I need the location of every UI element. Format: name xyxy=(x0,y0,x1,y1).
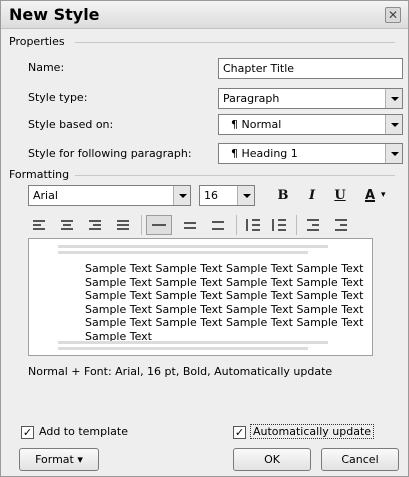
add-to-template-checkbox[interactable]: ✓ xyxy=(21,426,34,439)
chevron-down-icon: ▾ xyxy=(77,453,83,466)
name-field[interactable]: Chapter Title xyxy=(218,58,403,79)
align-center-icon[interactable] xyxy=(56,215,78,235)
ok-button[interactable]: OK xyxy=(233,448,311,471)
one-and-half-spacing-icon[interactable] xyxy=(179,215,201,235)
font-value: Arial xyxy=(33,189,58,202)
next-paragraph-preview xyxy=(58,341,328,344)
format-button-label: Format xyxy=(35,453,74,466)
chevron-down-icon: ▾ xyxy=(381,190,386,200)
properties-divider xyxy=(75,42,395,43)
new-style-dialog: New Style ✕ Properties Name: Chapter Tit… xyxy=(0,0,409,477)
font-size-dropdown[interactable]: 16 xyxy=(199,185,255,206)
auto-update-checkbox[interactable]: ✓ xyxy=(233,426,246,439)
style-type-value: Paragraph xyxy=(223,92,280,105)
increase-indent-icon[interactable] xyxy=(329,215,351,235)
close-icon[interactable]: ✕ xyxy=(385,7,401,23)
font-dropdown[interactable]: Arial xyxy=(28,185,191,206)
sample-text: Sample Text Sample Text Sample Text Samp… xyxy=(85,262,364,343)
space-after-icon[interactable] xyxy=(267,215,289,235)
formatting-divider xyxy=(75,175,395,176)
chevron-down-icon[interactable] xyxy=(173,186,190,205)
based-on-dropdown[interactable]: ¶ Normal xyxy=(218,114,403,135)
previous-paragraph-preview xyxy=(58,251,308,254)
name-label: Name: xyxy=(28,61,65,74)
font-size-value: 16 xyxy=(204,189,218,202)
justify-icon[interactable] xyxy=(112,215,134,235)
italic-button[interactable]: I xyxy=(301,186,323,206)
format-button[interactable]: Format ▾ xyxy=(19,448,99,471)
align-right-icon[interactable] xyxy=(84,215,106,235)
chevron-down-icon[interactable] xyxy=(385,115,402,134)
toolbar-separator xyxy=(296,215,297,235)
following-paragraph-label: Style for following paragraph: xyxy=(28,147,192,160)
decrease-indent-icon[interactable] xyxy=(301,215,323,235)
toolbar-separator xyxy=(141,215,142,235)
based-on-label: Style based on: xyxy=(28,118,114,131)
double-spacing-icon[interactable] xyxy=(207,215,229,235)
based-on-value: ¶ Normal xyxy=(231,118,282,131)
style-preview: Sample Text Sample Text Sample Text Samp… xyxy=(28,238,373,356)
font-color-icon: A xyxy=(364,188,376,203)
auto-update-label: Automatically update xyxy=(250,424,375,439)
chevron-down-icon[interactable] xyxy=(237,186,254,205)
properties-group-label: Properties xyxy=(9,35,65,48)
chevron-down-icon[interactable] xyxy=(385,144,402,163)
align-left-icon[interactable] xyxy=(28,215,50,235)
space-before-icon[interactable] xyxy=(241,215,263,235)
title-bar: New Style ✕ xyxy=(1,1,408,29)
next-paragraph-preview xyxy=(58,347,308,350)
following-paragraph-value: ¶ Heading 1 xyxy=(231,147,298,160)
bold-button[interactable]: B xyxy=(272,186,294,206)
dialog-title: New Style xyxy=(9,5,100,24)
add-to-template-label: Add to template xyxy=(39,425,128,438)
chevron-down-icon[interactable] xyxy=(385,89,402,108)
formatting-group-label: Formatting xyxy=(9,168,70,181)
cancel-button[interactable]: Cancel xyxy=(321,448,399,471)
font-color-button[interactable]: A ▾ xyxy=(359,186,389,206)
following-paragraph-dropdown[interactable]: ¶ Heading 1 xyxy=(218,143,403,164)
previous-paragraph-preview xyxy=(58,245,328,248)
toolbar-separator xyxy=(236,215,237,235)
style-type-label: Style type: xyxy=(28,91,88,104)
style-description: Normal + Font: Arial, 16 pt, Bold, Autom… xyxy=(28,365,333,378)
single-spacing-icon[interactable] xyxy=(146,215,172,235)
style-type-dropdown[interactable]: Paragraph xyxy=(218,88,403,109)
underline-button[interactable]: U xyxy=(329,186,351,206)
